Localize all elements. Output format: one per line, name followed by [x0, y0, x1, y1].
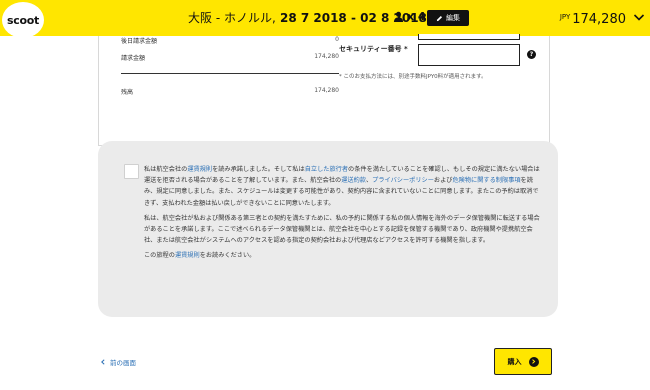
person-icon [393, 11, 404, 22]
terms-text-span: 私は航空会社の [144, 166, 188, 173]
balance-value: 174,280 [314, 87, 339, 94]
security-code-label: セキュリティー番号 * [339, 45, 408, 53]
terms-text-span: および [433, 177, 453, 185]
deferred-amount-label: 後日請求金額 [121, 38, 158, 45]
fare-rules-link[interactable]: 運賃規則 [187, 166, 212, 173]
charged-amount-label: 請求金額 [121, 55, 146, 62]
edit-label: 編集 [446, 14, 460, 22]
summary-divider [121, 73, 339, 74]
privacy-policy-link[interactable]: プライバシーポリシー [372, 177, 434, 184]
trip-summary[interactable]: 大阪 - ホノルル, 28 7 2018 - 02 8 2018 [188, 9, 427, 26]
passenger-count: x 4 [393, 10, 426, 23]
back-link[interactable]: 前の画面 [100, 357, 136, 367]
chevron-down-icon[interactable] [633, 11, 645, 23]
terms-text-span: をお読みください。 [199, 252, 256, 260]
scoot-logo[interactable]: scoot [2, 2, 44, 38]
security-code-input[interactable] [418, 44, 520, 66]
independent-traveller-link[interactable]: 自立した旅行者 [305, 166, 348, 173]
terms-paragraph-3: この旅程の運賃規則をお読みください。 [144, 250, 544, 261]
fee-note: * このお支払方法には、別途手数料JPY0料が適用されます。 [339, 74, 487, 80]
charged-amount-value: 174,280 [314, 53, 339, 60]
top-bar: scoot 大阪 - ホノルル, 28 7 2018 - 02 8 2018 x… [0, 0, 650, 38]
conditions-of-carriage-link[interactable]: 運送約款 [341, 177, 366, 184]
dangerous-goods-link[interactable]: 危険物に関する制限事項 [452, 177, 520, 184]
terms-text: 私は航空会社の運賃規則を読み承諾しました。そして私は自立した旅行者の条件を満たし… [144, 164, 544, 266]
terms-checkbox[interactable] [124, 164, 139, 179]
pencil-icon [436, 15, 443, 21]
edit-button[interactable]: 編集 [427, 10, 469, 26]
terms-text-span: この旅程の [144, 252, 175, 260]
terms-paragraph-1: 私は航空会社の運賃規則を読み承諾しました。そして私は自立した旅行者の条件を満たし… [144, 164, 544, 209]
help-icon[interactable]: ? [527, 50, 536, 59]
chevron-left-icon [101, 359, 105, 365]
purchase-label: 購入 [507, 357, 522, 366]
balance-label: 残高 [121, 89, 134, 96]
total-amount: 174,280 [572, 12, 626, 27]
total-price[interactable]: JPY 174,280 [560, 8, 626, 27]
itinerary-fare-rules-link[interactable]: 運賃規則 [175, 252, 200, 259]
route-text: 大阪 - ホノルル, [188, 11, 276, 25]
terms-box: 私は航空会社の運賃規則を読み承諾しました。そして私は自立した旅行者の条件を満たし… [98, 141, 558, 317]
previous-input-field[interactable] [418, 34, 520, 40]
back-label: 前の画面 [110, 359, 136, 367]
balance-row: 残高 174,280 [121, 87, 339, 96]
purchase-button[interactable]: 購入 [494, 348, 552, 375]
terms-text-span: を読み承諾しました。そして私は [212, 166, 305, 173]
payment-summary-card: 後日請求金額 0 請求金額 174,280 残高 174,280 セキュリティー… [98, 34, 550, 146]
arrow-right-icon [528, 356, 539, 367]
passenger-count-text: x 4 [407, 10, 426, 23]
currency-code: JPY [559, 13, 571, 21]
charged-amount-row: 請求金額 174,280 [121, 53, 339, 62]
terms-paragraph-2: 私は、航空会社が私および関係ある第三者との契約を満たすために、私の予約に関係する… [144, 214, 540, 245]
deferred-amount-row: 後日請求金額 0 [121, 36, 339, 45]
